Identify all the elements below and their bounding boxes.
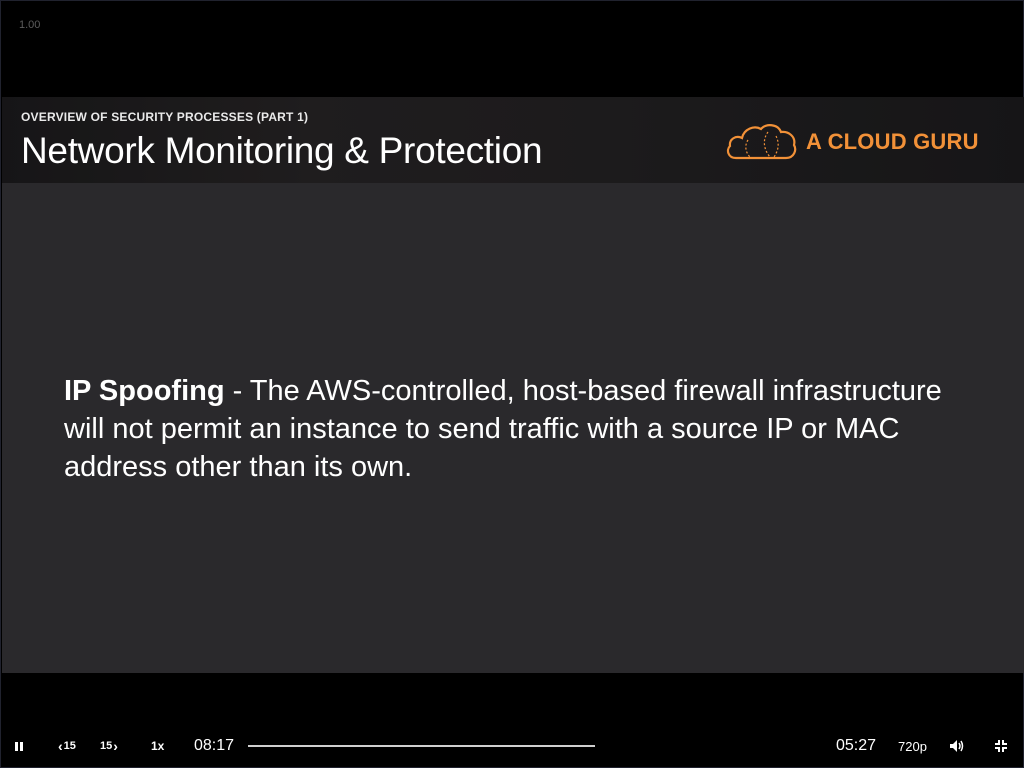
slide: OVERVIEW OF SECURITY PROCESSES (PART 1) … [2, 97, 1024, 673]
logo-text: A CLOUD GURU [806, 129, 979, 154]
brand-logo: A CLOUD GURU [724, 119, 979, 165]
slide-title: Network Monitoring & Protection [21, 130, 543, 171]
skip-back-icon: ‹ [58, 738, 63, 754]
progress-bar[interactable] [248, 745, 595, 747]
speed-indicator: 1.00 [19, 19, 41, 31]
pause-icon [15, 741, 18, 751]
quality-button[interactable]: 720p [898, 729, 927, 763]
player-controls: ‹ 15 15 › 1x 08:17 05:27 720p [1, 729, 1024, 763]
cloud-logo-icon [726, 124, 797, 160]
volume-icon [950, 740, 964, 752]
skip-forward-icon: › [113, 738, 118, 754]
elapsed-time: 08:17 [194, 737, 235, 754]
skip-forward-button[interactable]: 15 › [100, 729, 118, 763]
playback-rate-button[interactable]: 1x [151, 729, 164, 763]
exit-fullscreen-button[interactable] [994, 729, 1010, 763]
slide-banner: OVERVIEW OF SECURITY PROCESSES (PART 1) … [2, 97, 1024, 183]
remaining-time: 05:27 [836, 737, 877, 754]
skip-back-label: 15 [63, 740, 76, 752]
term: IP Spoofing [64, 375, 225, 407]
video-player[interactable]: 1.00 OVERVIEW OF SECURITY PROCESSES (PAR… [0, 0, 1024, 768]
section-label: OVERVIEW OF SECURITY PROCESSES (PART 1) [21, 110, 309, 124]
skip-forward-label: 15 [100, 740, 113, 752]
slide-body: IP Spoofing - The AWS-controlled, host-b… [64, 372, 964, 486]
pause-button[interactable] [15, 729, 35, 763]
skip-back-button[interactable]: ‹ 15 [58, 729, 76, 763]
exit-fullscreen-icon [995, 740, 1007, 752]
volume-button[interactable] [949, 729, 967, 763]
